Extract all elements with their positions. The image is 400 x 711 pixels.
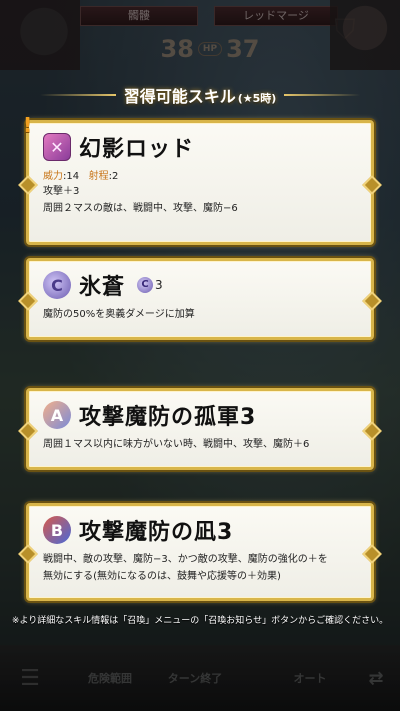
range-label: 射程 [88,171,109,182]
weapon-icon: ✕ [43,133,71,161]
skill-name: 攻撃魔防の孤軍3 [79,405,257,430]
special-icon: C [43,271,71,299]
skill-card-passive-b: B 攻撃魔防の凪3 戦闘中、敵の攻撃、魔防−3、かつ敵の攻撃、魔防の強化の＋を … [26,503,374,601]
skill-card-special: C 氷蒼 C 3 魔防の50%を奥義ダメージに加算 [26,258,374,340]
heading-title: 習得可能スキル [123,87,236,106]
skill-info-footnote: ※より詳細なスキル情報は「召喚」メニューの「召喚お知らせ」ボタンからご確認くださ… [11,616,389,626]
cooldown-icon: C [137,277,154,293]
skill-description-line: 周囲２マスの敵は、戦闘中、攻撃、魔防−6 [43,203,238,214]
range-value: :2 [108,171,119,182]
might-label: 威力 [43,171,63,182]
skill-description-line: 攻撃＋3 [43,186,80,197]
skill-name: 幻影ロッド [79,137,195,162]
passive-a-icon: A [43,401,71,429]
heading-divider-left [40,94,116,96]
skill-card-weapon: ! ✕ 幻影ロッド 威力:14 射程:2 攻撃＋3 周囲２マスの敵は、戦闘中、攻… [23,113,374,245]
skill-card-passive-a: A 攻撃魔防の孤軍3 周囲１マス以内に味方がいない時、戦闘中、攻撃、魔防＋6 [26,388,374,470]
skills-heading: 習得可能スキル (★5時) [40,82,360,108]
notice-icon: ! [23,113,33,137]
cooldown: C 3 [137,277,163,293]
skill-description-line: 魔防の50%を奥義ダメージに加算 [43,309,195,320]
might-value: :14 [63,171,80,182]
heading-subtitle: (★5時) [237,92,277,105]
heading-divider-right [284,94,360,96]
weapon-stats: 威力:14 射程:2 [43,167,359,182]
skill-description-line: 戦闘中、敵の攻撃、魔防−3、かつ敵の攻撃、魔防の強化の＋を [43,554,328,565]
skill-name: 氷蒼 [79,275,126,300]
passive-b-icon: B [43,516,71,544]
skill-name: 攻撃魔防の凪3 [79,520,234,545]
skill-description-line: 無効にする(無効になるのは、鼓舞や応援等の＋効果) [43,571,281,582]
skill-description-line: 周囲１マス以内に味方がいない時、戦闘中、攻撃、魔防＋6 [43,439,310,450]
cooldown-value: 3 [155,278,163,292]
